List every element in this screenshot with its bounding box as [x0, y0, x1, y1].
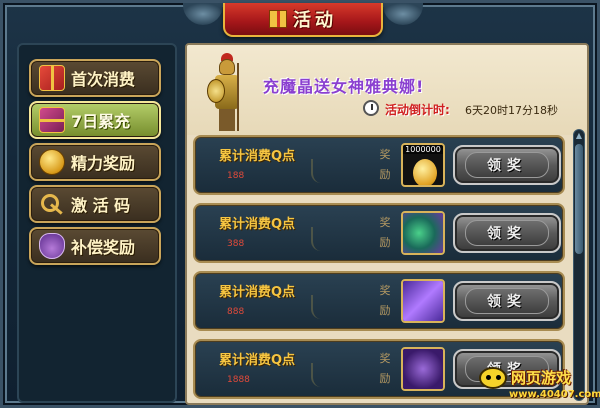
- athena-knight-icon: [207, 53, 247, 133]
- sidebar-item-activation-code[interactable]: 激 活 码: [29, 185, 161, 223]
- reward-label: 奖励: [379, 352, 391, 385]
- title-banner: 活动: [223, 3, 383, 37]
- reward-label: 奖励: [379, 284, 391, 317]
- gold-coin-icon: [413, 159, 437, 185]
- leaf-ornament: [311, 363, 325, 387]
- sidebar-item-7day-recharge[interactable]: 7日累充: [29, 101, 161, 139]
- claim-button[interactable]: 领奖: [453, 281, 561, 321]
- promo-banner: 充魔晶送女神雅典娜! 活动倒计时: 6天20时17分18秒: [187, 45, 587, 135]
- game-window: 活动 首次消费 7日累充 精力奖励 激 活 码 补偿奖励 充魔晶送女神雅典娜! …: [0, 0, 600, 408]
- scrollbar[interactable]: ▲: [573, 129, 585, 401]
- requirement-amount: 188: [227, 171, 245, 181]
- claim-button-label: 领奖: [465, 288, 549, 314]
- watermark-title: 网页游戏: [511, 369, 572, 387]
- claim-button-label: 领奖: [465, 152, 549, 178]
- claim-button[interactable]: 领奖: [453, 145, 561, 185]
- gift-icon: [269, 10, 287, 28]
- clock-icon: [363, 100, 379, 116]
- reward-item-coin[interactable]: 1000000: [401, 143, 445, 187]
- requirement-amount: 888: [227, 307, 245, 317]
- sidebar-item-label: 首次消费: [71, 70, 136, 89]
- reward-row: 累计消费Q点 888 奖励 领奖: [193, 271, 565, 331]
- claim-button[interactable]: 领奖: [453, 213, 561, 253]
- purple-dragon-icon: [403, 349, 443, 389]
- item-quantity: 1000000: [403, 145, 443, 154]
- sidebar-item-energy-reward[interactable]: 精力奖励: [29, 143, 161, 181]
- countdown-label: 活动倒计时:: [385, 103, 450, 117]
- sidebar-item-label: 激 活 码: [71, 196, 131, 215]
- sidebar-item-first-purchase[interactable]: 首次消费: [29, 59, 161, 97]
- sidebar-item-label: 7日累充: [71, 112, 131, 131]
- requirement-title: 累计消费Q点: [219, 217, 296, 232]
- purple-crystal-icon: [403, 281, 443, 321]
- leaf-ornament: [311, 159, 325, 183]
- frame-ornament-left: [183, 3, 223, 25]
- claim-button-label: 领奖: [465, 220, 549, 246]
- sidebar: 首次消费 7日累充 精力奖励 激 活 码 补偿奖励: [17, 43, 177, 403]
- requirement-amount: 388: [227, 239, 245, 249]
- promo-headline: 充魔晶送女神雅典娜!: [263, 77, 425, 96]
- reward-label: 奖励: [379, 148, 391, 181]
- watermark-url: www.40407.com: [509, 389, 600, 400]
- leaf-ornament: [311, 227, 325, 251]
- reward-row: 累计消费Q点 388 奖励 领奖: [193, 203, 565, 263]
- site-watermark: 网页游戏 www.40407.com: [479, 365, 600, 407]
- reward-item-green-dragon[interactable]: [401, 211, 445, 255]
- reward-label: 奖励: [379, 216, 391, 249]
- requirement-title: 累计消费Q点: [219, 285, 296, 300]
- reward-row: 累计消费Q点 188 奖励 1000000 领奖: [193, 135, 565, 195]
- green-dragon-icon: [403, 213, 443, 253]
- reward-item-purple-dragon[interactable]: [401, 347, 445, 391]
- scroll-thumb[interactable]: [575, 144, 583, 254]
- requirement-title: 累计消费Q点: [219, 353, 296, 368]
- activity-panel: 充魔晶送女神雅典娜! 活动倒计时: 6天20时17分18秒 累计消费Q点 188…: [185, 43, 589, 405]
- giftbox-icon: [39, 107, 65, 133]
- sidebar-item-compensation[interactable]: 补偿奖励: [29, 227, 161, 265]
- requirement-amount: 1888: [227, 375, 250, 385]
- sidebar-item-label: 补偿奖励: [71, 238, 136, 257]
- gift-icon: [39, 65, 65, 91]
- countdown-value: 6天20时17分18秒: [465, 104, 558, 117]
- gem-pouch-icon: [39, 233, 65, 259]
- sidebar-item-label: 精力奖励: [71, 154, 136, 173]
- mascot-logo-icon: [479, 367, 507, 389]
- leaf-ornament: [311, 295, 325, 319]
- reward-item-purple-crystal[interactable]: [401, 279, 445, 323]
- coin-icon: [39, 149, 65, 175]
- window-title: 活动: [293, 10, 337, 31]
- requirement-title: 累计消费Q点: [219, 149, 296, 164]
- key-icon: [39, 191, 65, 217]
- scroll-up-icon[interactable]: ▲: [574, 130, 584, 142]
- frame-ornament-right: [383, 3, 423, 25]
